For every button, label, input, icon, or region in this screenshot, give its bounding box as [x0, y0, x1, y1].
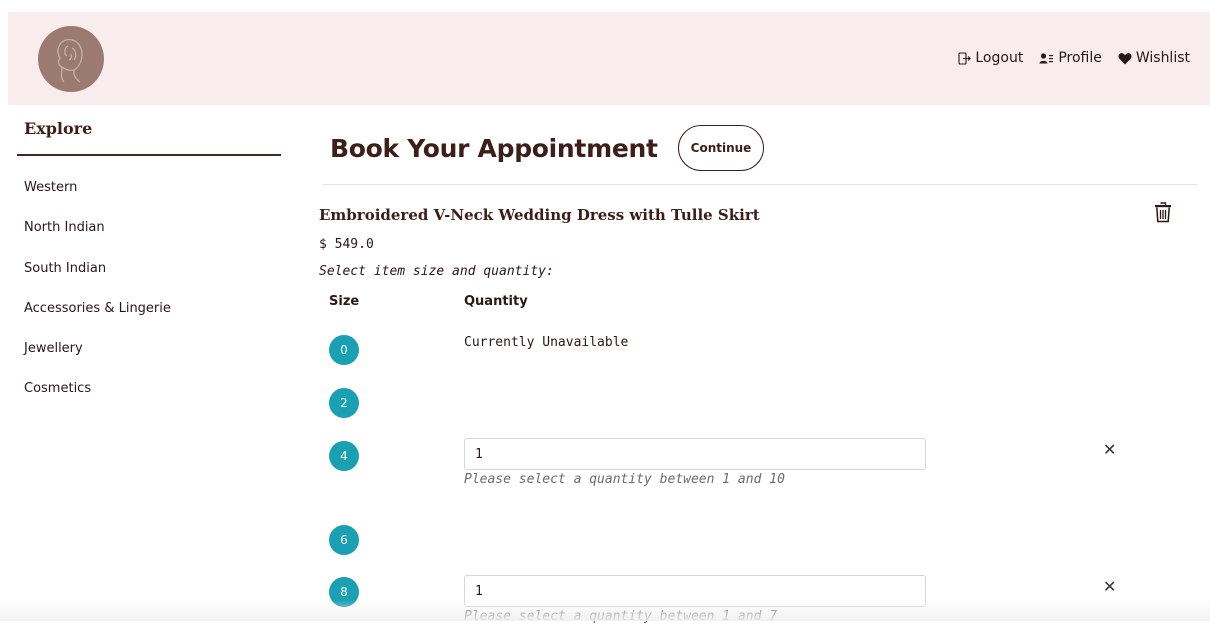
delete-item-button[interactable] — [1154, 202, 1172, 227]
size-badge[interactable]: 0 — [329, 335, 359, 365]
header-nav: Logout Profile Wishlist — [958, 50, 1190, 66]
quantity-column-header: Quantity — [464, 294, 528, 309]
heart-icon — [1118, 52, 1132, 64]
portrait-logo-icon — [39, 27, 103, 91]
logout-link[interactable]: Logout — [958, 50, 1023, 66]
quantity-hint: Please select a quantity between 1 and 7 — [464, 609, 778, 624]
sidebar-list: Western North Indian South Indian Access… — [17, 156, 281, 422]
size-column-header: Size — [329, 294, 360, 309]
sidebar-item-north-indian[interactable]: North Indian — [17, 220, 281, 260]
wishlist-label: Wishlist — [1135, 50, 1190, 66]
header: Logout Profile Wishlist — [8, 12, 1210, 105]
profile-icon — [1039, 52, 1054, 63]
logout-icon — [958, 51, 972, 65]
unavailable-label: Currently Unavailable — [464, 335, 629, 350]
page-title: Book Your Appointment — [330, 133, 658, 163]
trash-icon — [1155, 202, 1171, 223]
remove-size-button[interactable]: ✕ — [1103, 440, 1116, 459]
remove-size-button[interactable]: ✕ — [1103, 577, 1116, 596]
continue-button[interactable]: Continue — [677, 125, 765, 171]
size-badge[interactable]: 6 — [329, 525, 359, 555]
profile-link[interactable]: Profile — [1039, 50, 1102, 66]
sidebar-item-western[interactable]: Western — [17, 180, 281, 220]
sidebar-item-south-indian[interactable]: South Indian — [17, 261, 281, 301]
logout-label: Logout — [975, 50, 1024, 66]
size-badge[interactable]: 8 — [329, 577, 359, 607]
main-divider — [323, 184, 1197, 185]
wishlist-link[interactable]: Wishlist — [1118, 50, 1190, 66]
size-badge[interactable]: 4 — [329, 441, 359, 471]
quantity-input[interactable] — [464, 438, 926, 470]
profile-label: Profile — [1058, 50, 1102, 66]
size-instruction: Select item size and quantity: — [319, 264, 554, 279]
main-content: Book Your Appointment Continue Embroider… — [319, 124, 1197, 624]
sidebar-item-jewellery[interactable]: Jewellery — [17, 341, 281, 381]
product-name: Embroidered V-Neck Wedding Dress with Tu… — [319, 206, 760, 224]
size-badge[interactable]: 2 — [329, 388, 359, 418]
sidebar: Explore Western North Indian South India… — [17, 118, 281, 422]
sidebar-title: Explore — [24, 119, 93, 138]
logo[interactable] — [38, 26, 104, 92]
quantity-hint: Please select a quantity between 1 and 1… — [464, 472, 785, 487]
product-price: $ 549.0 — [319, 237, 374, 252]
sidebar-item-cosmetics[interactable]: Cosmetics — [17, 381, 281, 421]
sidebar-item-accessories-lingerie[interactable]: Accessories & Lingerie — [17, 301, 281, 341]
close-icon: ✕ — [1103, 577, 1117, 596]
close-icon: ✕ — [1103, 440, 1117, 459]
quantity-input[interactable] — [464, 575, 926, 607]
title-row: Book Your Appointment Continue — [319, 124, 1197, 172]
